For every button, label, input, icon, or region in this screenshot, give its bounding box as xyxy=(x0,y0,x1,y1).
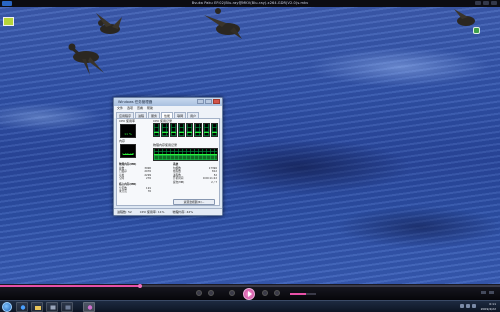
cpu-history-graphs xyxy=(153,123,218,137)
video-frame[interactable]: Windows 任务管理器 文件 选项 查看 帮助 应用程序 进程 服务 性能 … xyxy=(0,7,500,284)
taskbar-clock[interactable]: 0:11 2009/4/22 xyxy=(481,302,496,311)
menu-help[interactable]: 帮助 xyxy=(147,106,153,111)
memory-gauge: 1.63 GB xyxy=(120,144,136,158)
task-manager-status-bar: 进程数: 52 CPU 使用率: 11% 物理内存: 42% xyxy=(114,208,222,215)
tray-icon[interactable] xyxy=(466,304,470,308)
minimize-icon[interactable] xyxy=(475,1,481,5)
menu-options[interactable]: 选项 xyxy=(127,106,133,111)
folder-icon xyxy=(35,306,41,310)
menu-file[interactable]: 文件 xyxy=(117,106,123,111)
memory-label: 内存 xyxy=(119,139,126,143)
player-control-bar xyxy=(0,284,500,300)
browser-icon xyxy=(20,305,26,310)
task-manager-title: Windows 任务管理器 xyxy=(118,100,153,104)
seek-handle[interactable] xyxy=(138,284,142,288)
seek-progress xyxy=(0,285,140,287)
cpu-usage-label: CPU 使用率 xyxy=(119,119,136,123)
task-manager-window[interactable]: Windows 任务管理器 文件 选项 查看 帮助 应用程序 进程 服务 性能 … xyxy=(113,97,223,216)
cpu-core-graph xyxy=(210,123,218,137)
stop-icon[interactable] xyxy=(196,290,202,296)
app-icon xyxy=(50,305,56,310)
taskbar-item-app[interactable] xyxy=(46,302,58,312)
minimize-icon[interactable] xyxy=(197,99,204,104)
cpu-core-graph xyxy=(194,123,202,137)
taskbar: 0:11 2009/4/22 xyxy=(0,300,500,312)
stat-label: 提交(MB) xyxy=(173,180,185,184)
cpu-core-graph xyxy=(186,123,194,137)
menu-view[interactable]: 查看 xyxy=(137,106,143,111)
player-extra-controls xyxy=(481,291,494,294)
seek-bar[interactable] xyxy=(0,284,500,288)
status-processes: 进程数: 52 xyxy=(117,210,132,214)
window-title: Bvuka Paku EP.02(Blu-ray@MKV(Blu-ray).x2… xyxy=(191,1,309,5)
stat-label: 空闲 xyxy=(119,177,125,181)
system-stats: 系统 句柄数 17396 线程数 812 进程数 52 开机时间 0:00:11:22 … xyxy=(173,163,217,185)
memory-value: 1.63 GB xyxy=(121,152,135,156)
taskbar-item-ie[interactable] xyxy=(16,302,28,312)
cpu-usage-gauge: 11 % xyxy=(120,124,136,138)
task-manager-title-bar[interactable]: Windows 任务管理器 xyxy=(114,98,222,106)
stat-value: 76 xyxy=(147,190,151,194)
taskbar-item-media-player[interactable] xyxy=(83,302,95,312)
cpu-core-graph xyxy=(161,123,169,137)
close-icon[interactable] xyxy=(213,99,220,104)
system-tray xyxy=(460,304,476,308)
channel-logo-icon xyxy=(3,17,14,26)
kernel-memory-stats: 核心内存(MB) 分页数 191 未分页 76 xyxy=(119,183,151,194)
duck-image xyxy=(68,43,104,75)
start-button[interactable] xyxy=(2,302,12,312)
stat-value: 2 / 7 xyxy=(211,180,217,184)
performance-panel: CPU 使用率 CPU 使用记录 11 % 内存 物理内存使用记录 1.63 G xyxy=(116,118,220,206)
physical-memory-stats: 物理内存(MB) 总数 3990 已缓存 2076 可用 2299 空闲 276 xyxy=(119,163,151,181)
stat-value: 276 xyxy=(146,177,151,181)
duck-image xyxy=(204,8,242,39)
fullscreen-icon[interactable] xyxy=(489,291,494,294)
volume-icon[interactable] xyxy=(472,304,476,308)
window-controls xyxy=(475,1,497,5)
play-pause-button[interactable] xyxy=(243,288,255,300)
maximize-icon[interactable] xyxy=(205,99,212,104)
media-player-icon xyxy=(87,305,93,310)
cpu-core-graph xyxy=(153,123,161,137)
volume-level xyxy=(290,293,306,295)
memory-history-label: 物理内存使用记录 xyxy=(153,143,178,147)
cpu-core-graph xyxy=(202,123,210,137)
rewind-icon[interactable] xyxy=(229,290,235,296)
mute-icon[interactable] xyxy=(274,290,280,296)
app-icon xyxy=(65,305,71,310)
previous-icon[interactable] xyxy=(208,290,214,296)
cpu-core-graph xyxy=(169,123,177,137)
close-icon[interactable] xyxy=(491,1,497,5)
status-cpu: CPU 使用率: 11% xyxy=(139,210,165,214)
volume-slider[interactable] xyxy=(290,293,316,295)
task-manager-window-controls xyxy=(197,99,220,104)
memory-history-graph xyxy=(153,148,218,161)
player-title-bar: Bvuka Paku EP.02(Blu-ray@MKV(Blu-ray).x2… xyxy=(0,0,500,7)
tray-icon[interactable] xyxy=(460,304,464,308)
clock-date: 2009/4/22 xyxy=(480,306,496,311)
status-memory: 物理内存: 42% xyxy=(172,210,194,214)
duck-image xyxy=(454,9,475,26)
maximize-icon[interactable] xyxy=(483,1,489,5)
resource-monitor-button[interactable]: 资源监视器(R)... xyxy=(173,199,215,205)
playlist-icon[interactable] xyxy=(481,291,486,294)
stat-label: 未分页 xyxy=(119,190,127,194)
task-manager-tabs: 应用程序 进程 服务 性能 联网 用户 xyxy=(114,111,222,118)
taskbar-item-app[interactable] xyxy=(61,302,73,312)
cpu-core-graph xyxy=(177,123,185,137)
cpu-usage-value: 11 % xyxy=(124,132,132,136)
taskbar-item-explorer[interactable] xyxy=(31,302,43,312)
fast-forward-icon[interactable] xyxy=(262,290,268,296)
